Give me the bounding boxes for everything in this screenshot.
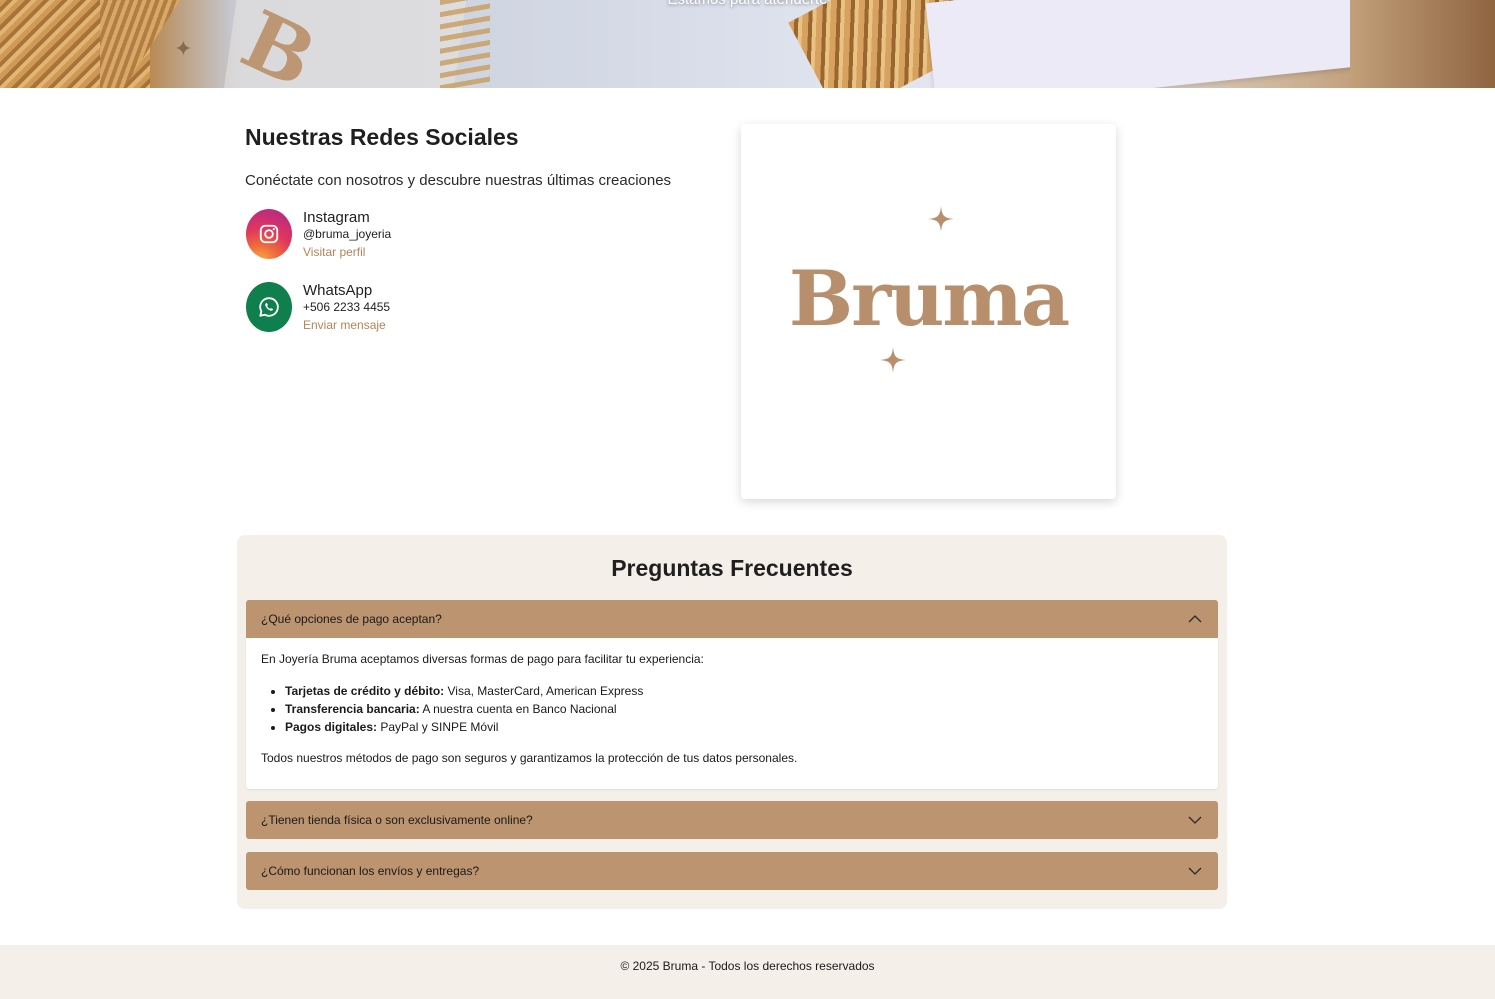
faq-question: ¿Qué opciones de pago aceptan? [261, 612, 442, 626]
list-item-text: Visa, MasterCard, American Express [444, 684, 644, 698]
faq-answer-outro: Todos nuestros métodos de pago son segur… [261, 751, 798, 765]
faq-question-button[interactable]: ¿Tienen tienda física o son exclusivamen… [246, 801, 1218, 839]
social-item-whatsapp: WhatsApp +506 2233 4455 Enviar mensaje [245, 282, 715, 335]
faq-question-button[interactable]: ¿Qué opciones de pago aceptan? [246, 600, 1218, 638]
list-item: Pagos digitales: PayPal y SINPE Móvil [285, 718, 1203, 736]
social-subtitle: Conéctate con nosotros y descubre nuestr… [245, 172, 672, 189]
whatsapp-info: WhatsApp +506 2233 4455 Enviar mensaje [303, 282, 390, 335]
sparkle-icon: ✦ [174, 36, 193, 61]
send-message-link[interactable]: Enviar mensaje [303, 316, 390, 335]
chevron-up-icon [1188, 615, 1202, 623]
instagram-icon[interactable] [246, 209, 292, 259]
social-section: Nuestras Redes Sociales Conéctate con no… [245, 124, 715, 355]
whatsapp-name: WhatsApp [303, 282, 373, 299]
faq-answer: En Joyería Bruma aceptamos diversas form… [246, 638, 1218, 789]
visit-profile-link[interactable]: Visitar perfil [303, 243, 391, 262]
instagram-name: Instagram [303, 209, 370, 226]
list-item-text: PayPal y SINPE Móvil [377, 720, 499, 734]
list-item-label: Tarjetas de crédito y débito: [285, 684, 445, 698]
faq-item-shipping: ¿Cómo funcionan los envíos y entregas? [246, 852, 1218, 890]
hero-chain-decoration [440, 0, 490, 88]
faq-question: ¿Cómo funcionan los envíos y entregas? [261, 864, 480, 878]
faq-question-button[interactable]: ¿Cómo funcionan los envíos y entregas? [246, 852, 1218, 890]
copyright-text: © 2025 Bruma - Todos los derechos reserv… [620, 959, 875, 973]
list-item-label: Transferencia bancaria: [285, 702, 420, 716]
faq-item-payment: ¿Qué opciones de pago aceptan? En Joyerí… [246, 600, 1218, 789]
hero-banner: B ✦ Estamos para atenderte [0, 0, 1495, 88]
whatsapp-icon[interactable] [246, 282, 292, 332]
faq-title: Preguntas Frecuentes [611, 555, 853, 581]
brand-logo: Bruma [788, 254, 1070, 343]
instagram-handle: @bruma_joyeria [303, 227, 392, 241]
hero-card-decoration-2 [1350, 0, 1495, 88]
list-item-text: A nuestra cuenta en Banco Nacional [419, 702, 617, 716]
faq-answer-intro: En Joyería Bruma aceptamos diversas form… [261, 652, 704, 666]
faq-item-store: ¿Tienen tienda física o son exclusivamen… [246, 801, 1218, 839]
chevron-down-icon [1188, 816, 1202, 824]
whatsapp-phone: +506 2233 4455 [303, 300, 391, 314]
social-item-instagram: Instagram @bruma_joyeria Visitar perfil [245, 209, 715, 262]
brand-logo-card: Bruma [741, 124, 1116, 499]
social-title: Nuestras Redes Sociales [245, 124, 519, 150]
faq-section: Preguntas Frecuentes ¿Qué opciones de pa… [237, 535, 1227, 909]
hero-tagline: Estamos para atenderte [0, 0, 1495, 8]
instagram-info: Instagram @bruma_joyeria Visitar perfil [303, 209, 391, 262]
list-item-label: Pagos digitales: [285, 720, 378, 734]
payment-methods-list: Tarjetas de crédito y débito: Visa, Mast… [285, 682, 1203, 736]
chevron-down-icon [1188, 867, 1202, 875]
hero-card-decoration [925, 0, 1375, 88]
list-item: Tarjetas de crédito y débito: Visa, Mast… [285, 682, 1203, 700]
list-item: Transferencia bancaria: A nuestra cuenta… [285, 700, 1203, 718]
footer: © 2025 Bruma - Todos los derechos reserv… [0, 945, 1495, 999]
faq-question: ¿Tienen tienda física o son exclusivamen… [261, 813, 533, 827]
